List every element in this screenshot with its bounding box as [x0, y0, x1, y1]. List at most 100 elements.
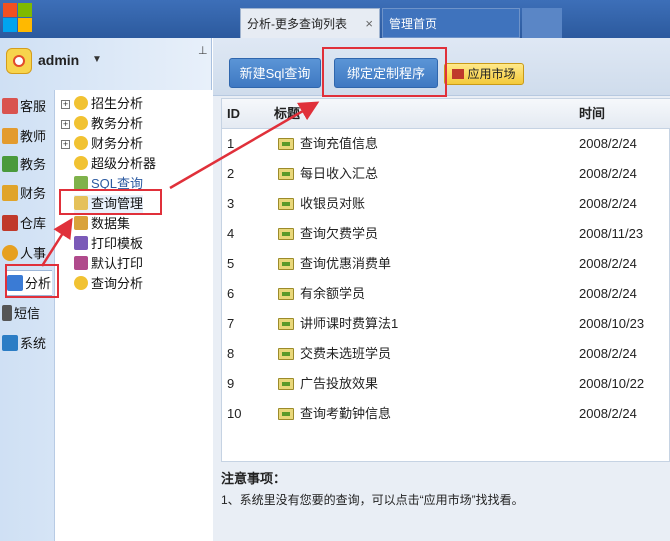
magnifier-icon [74, 276, 88, 290]
system-icon [2, 335, 18, 351]
chevron-down-icon[interactable]: ▼ [92, 54, 102, 65]
row-title[interactable]: 有余额学员 [300, 279, 365, 309]
tree-item-enrollment[interactable]: + 招生分析 [61, 95, 143, 113]
tab-strip: 分析-更多查询列表 × 管理首页 [240, 8, 670, 38]
module-item-academic[interactable]: 教务 [2, 152, 52, 178]
magnifier-icon [74, 96, 88, 110]
module-item-warehouse[interactable]: 仓库 [2, 211, 52, 237]
row-title[interactable]: 讲师课时费算法1 [300, 309, 398, 339]
tree-label: 财务分析 [91, 136, 144, 151]
table-row[interactable]: 2 每日收入汇总 2008/2/24 [222, 159, 670, 189]
new-sql-query-button[interactable]: 新建Sql查询 [229, 58, 321, 88]
module-label: 财务 [20, 186, 47, 201]
avatar[interactable] [6, 48, 32, 74]
table-row[interactable]: 10 查询考勤钟信息 2008/2/24 [222, 399, 670, 429]
row-time: 2008/2/24 [579, 286, 637, 301]
tree-label: 查询分析 [91, 276, 144, 291]
magnifier-icon [74, 136, 88, 150]
module-label: 人事 [20, 246, 47, 261]
row-title[interactable]: 每日收入汇总 [300, 159, 378, 189]
close-icon[interactable]: × [365, 9, 373, 39]
table-row[interactable]: 4 查询欠费学员 2008/11/23 [222, 219, 670, 249]
row-id: 2 [227, 166, 235, 181]
academic-icon [2, 156, 18, 172]
column-header-time[interactable]: 时间 [579, 99, 605, 129]
tree-item-default-print[interactable]: 默认打印 [74, 255, 143, 273]
row-title[interactable]: 查询优惠消费单 [300, 249, 391, 279]
table-row[interactable]: 9 广告投放效果 2008/10/22 [222, 369, 670, 399]
module-item-teacher[interactable]: 教师 [2, 124, 52, 150]
module-label: 客服 [20, 99, 47, 114]
table-row[interactable]: 6 有余额学员 2008/2/24 [222, 279, 670, 309]
expand-icon[interactable]: + [61, 100, 70, 109]
tree-item-academic[interactable]: + 教务分析 [61, 115, 143, 133]
tree-label: 数据集 [91, 216, 131, 231]
user-bar: admin ▼ ⊥ [0, 38, 212, 82]
tree-label: 超级分析器 [91, 156, 157, 171]
user-name[interactable]: admin [38, 52, 79, 68]
market-icon [452, 69, 465, 79]
row-title[interactable]: 交费未选班学员 [300, 339, 391, 369]
tree-item-super-analyzer[interactable]: 超级分析器 [74, 155, 156, 173]
tab-query-list[interactable]: 分析-更多查询列表 × [240, 8, 380, 38]
customer-service-icon [2, 98, 18, 114]
phone-icon [2, 305, 12, 321]
row-time: 2008/2/24 [579, 136, 637, 151]
table-row[interactable]: 3 收银员对账 2008/2/24 [222, 189, 670, 219]
app-market-button[interactable]: 应用市场 [444, 63, 524, 85]
tree-item-dataset[interactable]: 数据集 [74, 215, 130, 233]
magnifier-icon [74, 156, 88, 170]
table-header: ID 标题 时间 [222, 99, 670, 129]
expand-icon[interactable]: + [61, 120, 70, 129]
table-row[interactable]: 5 查询优惠消费单 2008/2/24 [222, 249, 670, 279]
notes-title: 注意事项： [221, 471, 287, 486]
row-title[interactable]: 广告投放效果 [300, 369, 378, 399]
tree-item-print-template[interactable]: 打印模板 [74, 235, 143, 253]
highlight-box-analysis [5, 264, 59, 298]
row-id: 8 [227, 346, 235, 361]
row-time: 2008/11/23 [579, 226, 644, 241]
expand-icon[interactable]: + [61, 140, 70, 149]
query-table: ID 标题 时间 1 查询充值信息 2008/2/24 2 每日收入汇总 200… [221, 98, 670, 462]
pin-icon[interactable]: ⊥ [198, 44, 208, 57]
highlight-box-bind-program [322, 47, 447, 97]
row-id: 4 [227, 226, 235, 241]
row-time: 2008/10/23 [579, 316, 645, 331]
column-header-id[interactable]: ID [227, 99, 240, 129]
tree-label: 默认打印 [91, 256, 144, 271]
module-item-sms[interactable]: 短信 [2, 301, 52, 327]
row-title[interactable]: 收银员对账 [300, 189, 365, 219]
query-icon [278, 288, 294, 300]
tab-home[interactable]: 管理首页 [382, 8, 520, 38]
row-title[interactable]: 查询充值信息 [300, 129, 378, 159]
tree-item-finance[interactable]: + 财务分析 [61, 135, 143, 153]
tab-label: 管理首页 [389, 17, 438, 31]
tree-label: 招生分析 [91, 96, 144, 111]
row-time: 2008/2/24 [579, 196, 637, 211]
column-header-title[interactable]: 标题 [274, 99, 300, 129]
query-icon [278, 138, 294, 150]
print-template-icon [74, 236, 88, 250]
row-id: 1 [227, 136, 235, 151]
row-time: 2008/2/24 [579, 256, 637, 271]
module-item-finance[interactable]: 财务 [2, 181, 52, 207]
module-label: 教务 [20, 157, 47, 172]
table-row[interactable]: 7 讲师课时费算法1 2008/10/23 [222, 309, 670, 339]
module-item-kefu[interactable]: 客服 [2, 94, 52, 120]
row-title[interactable]: 查询考勤钟信息 [300, 399, 391, 429]
module-label: 系统 [20, 336, 47, 351]
printer-icon [74, 256, 88, 270]
table-row[interactable]: 1 查询充值信息 2008/2/24 [222, 129, 670, 159]
notes-section: 注意事项： 1、系统里没有您要的查询，可以点击“应用市场”找找看。 [221, 468, 670, 508]
tab-label: 分析-更多查询列表 [247, 17, 347, 31]
table-row[interactable]: 8 交费未选班学员 2008/2/24 [222, 339, 670, 369]
module-item-system[interactable]: 系统 [2, 331, 52, 357]
app-logo-icon [3, 3, 33, 33]
module-label: 仓库 [20, 216, 47, 231]
analysis-tree: + 招生分析 + 教务分析 + 财务分析 超级分析器 SQL查询 查询管理 数据集 打… [54, 90, 212, 541]
query-icon [278, 258, 294, 270]
tree-item-query-analysis[interactable]: 查询分析 [74, 275, 143, 293]
row-title[interactable]: 查询欠费学员 [300, 219, 378, 249]
row-id: 3 [227, 196, 235, 211]
row-id: 7 [227, 316, 235, 331]
